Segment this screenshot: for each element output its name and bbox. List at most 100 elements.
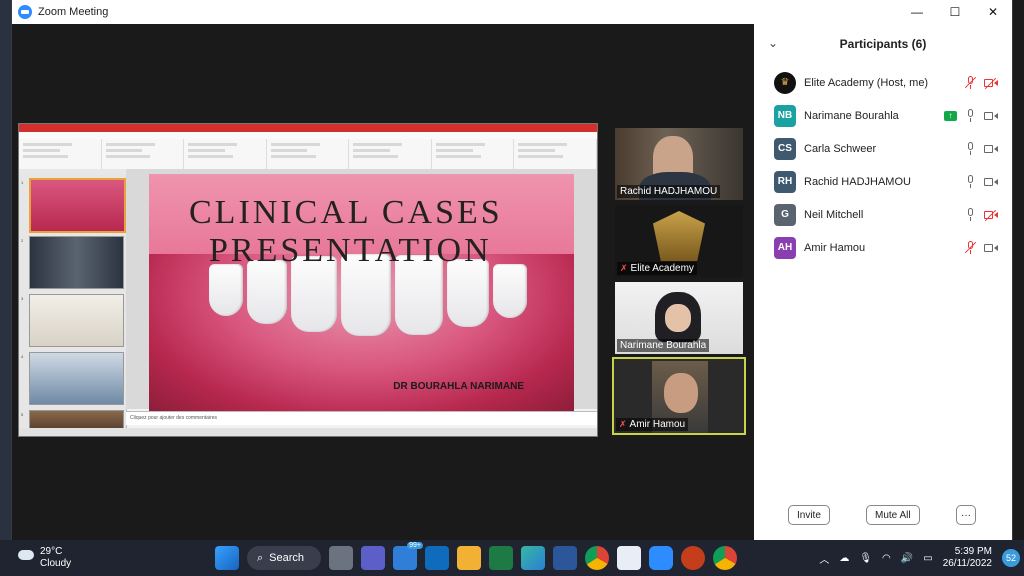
zoom-window: Zoom Meeting — ☐ ✕ 1 2 3 4 5 CLINICAL CA…	[12, 0, 1012, 540]
participants-footer: Invite Mute All ···	[754, 502, 1012, 526]
video-icon[interactable]	[984, 144, 998, 154]
search-box[interactable]: ⌕ Search	[247, 546, 321, 570]
video-tile-active-speaker[interactable]: ✗ Amir Hamou	[612, 357, 746, 435]
battery-icon[interactable]: ▭	[923, 553, 932, 564]
slide-title-line2: PRESENTATION	[209, 232, 492, 269]
mail-badge: 99+	[407, 542, 423, 549]
video-tile-name: Rachid HADJHAMOU	[617, 185, 721, 198]
chrome-icon[interactable]	[585, 546, 609, 570]
video-off-icon[interactable]	[984, 209, 998, 221]
close-button[interactable]: ✕	[974, 0, 1012, 24]
slide-number: 4	[21, 354, 24, 359]
participants-list: ♛ Elite Academy (Host, me) NB Narimane B…	[754, 66, 1012, 264]
participant-row[interactable]: CS Carla Schweer	[754, 132, 1012, 165]
participant-name: Narimane Bourahla	[804, 109, 899, 122]
current-slide: CLINICAL CASES PRESENTATION DR BOURAHLA …	[149, 174, 574, 412]
chrome-profile-icon[interactable]	[713, 546, 737, 570]
video-tile[interactable]: ✗ Elite Academy	[615, 205, 743, 277]
mic-icon[interactable]	[965, 142, 976, 155]
video-tile[interactable]: Rachid HADJHAMOU	[615, 128, 743, 200]
slide-thumbnail[interactable]	[29, 236, 124, 289]
video-icon[interactable]	[984, 243, 998, 253]
participant-row[interactable]: RH Rachid HADJHAMOU	[754, 165, 1012, 198]
title-bar: Zoom Meeting — ☐ ✕	[12, 0, 1012, 24]
slide-thumbnails-pane[interactable]: 1 2 3 4 5	[19, 174, 127, 431]
search-icon: ⌕	[257, 551, 264, 564]
minimize-button[interactable]: —	[898, 0, 936, 24]
snipping-tool-icon[interactable]	[617, 546, 641, 570]
video-icon[interactable]	[984, 177, 998, 187]
participant-name: Carla Schweer	[804, 142, 877, 155]
video-icon[interactable]	[984, 111, 998, 121]
maximize-button[interactable]: ☐	[936, 0, 974, 24]
participant-video	[665, 304, 691, 332]
notification-badge[interactable]: 52	[1002, 549, 1020, 567]
mail-icon[interactable]: 99+	[393, 542, 423, 570]
zoom-logo-icon	[18, 5, 32, 19]
weather-desc: Cloudy	[40, 558, 72, 569]
slide-number: 2	[21, 238, 24, 243]
video-off-icon[interactable]	[984, 77, 998, 89]
avatar: CS	[774, 137, 796, 160]
more-options-button[interactable]: ···	[956, 505, 976, 525]
volume-icon[interactable]: 🔊	[901, 553, 913, 564]
slide-thumbnail[interactable]	[29, 178, 126, 233]
zoom-icon[interactable]	[649, 546, 673, 570]
mic-muted-icon: ✗	[620, 263, 628, 273]
cloud-icon	[18, 550, 34, 560]
mic-icon[interactable]	[965, 109, 976, 122]
ppt-title-bar	[19, 124, 597, 132]
video-tile-name: ✗ Amir Hamou	[616, 418, 689, 431]
powerpoint-icon[interactable]	[681, 546, 705, 570]
participant-name: Amir Hamou	[804, 241, 866, 254]
mic-icon[interactable]	[965, 175, 976, 188]
system-tray: ︿ ☁ 🎙 ◠ 🔊 ▭ 5:39 PM 26/11/2022 52	[819, 540, 1024, 576]
screen-share-icon: ↑	[944, 110, 957, 121]
word-icon[interactable]	[553, 546, 577, 570]
edge-icon[interactable]	[521, 546, 545, 570]
mic-icon[interactable]	[965, 208, 976, 221]
elite-academy-logo-icon	[653, 211, 705, 261]
participant-row[interactable]: ♛ Elite Academy (Host, me)	[754, 66, 1012, 99]
slide-author: DR BOURAHLA NARIMANE	[393, 381, 524, 392]
onedrive-icon[interactable]: ☁	[839, 553, 849, 564]
slide-editor[interactable]: CLINICAL CASES PRESENTATION DR BOURAHLA …	[126, 169, 597, 412]
slide-number: 5	[21, 412, 24, 417]
shared-screen-powerpoint[interactable]: 1 2 3 4 5 CLINICAL CASES PRESENTATION DR…	[18, 123, 598, 437]
participant-row[interactable]: AH Amir Hamou	[754, 231, 1012, 264]
invite-button[interactable]: Invite	[788, 505, 830, 525]
ppt-ribbon	[19, 139, 597, 170]
participant-name: Elite Academy (Host, me)	[804, 76, 929, 89]
avatar: G	[774, 203, 796, 226]
slide-thumbnail[interactable]	[29, 294, 124, 347]
wifi-icon[interactable]: ◠	[882, 553, 891, 564]
excel-icon[interactable]	[489, 546, 513, 570]
video-tile-name: Narimane Bourahla	[617, 339, 710, 352]
mute-all-button[interactable]: Mute All	[866, 505, 920, 525]
outlook-icon[interactable]	[425, 546, 449, 570]
taskbar-apps: ⌕ Search 99+	[215, 542, 737, 572]
start-button[interactable]	[215, 546, 239, 570]
mic-muted-icon[interactable]	[964, 76, 977, 89]
notes-pane[interactable]: Cliquez pour ajouter des commentaires	[126, 411, 597, 425]
chat-icon[interactable]	[361, 546, 385, 570]
chevron-up-icon[interactable]: ︿	[819, 551, 829, 566]
slide-thumbnail[interactable]	[29, 352, 124, 405]
clock-date: 26/11/2022	[942, 558, 992, 569]
microphone-icon[interactable]: 🎙	[859, 553, 872, 564]
participant-name: Rachid HADJHAMOU	[804, 175, 911, 188]
slide-number: 3	[21, 296, 24, 301]
participant-row[interactable]: NB Narimane Bourahla ↑	[754, 99, 1012, 132]
mic-muted-icon[interactable]	[964, 241, 977, 254]
participant-row[interactable]: G Neil Mitchell	[754, 198, 1012, 231]
file-explorer-icon[interactable]	[457, 546, 481, 570]
mic-muted-icon: ✗	[619, 419, 627, 429]
window-title: Zoom Meeting	[38, 6, 109, 18]
meeting-stage: 1 2 3 4 5 CLINICAL CASES PRESENTATION DR…	[12, 24, 754, 540]
participants-title: Participants (6)	[839, 37, 927, 51]
video-tile[interactable]: Narimane Bourahla	[615, 282, 743, 354]
slide-thumbnail[interactable]	[29, 410, 124, 430]
task-view-icon[interactable]	[329, 546, 353, 570]
clock[interactable]: 5:39 PM 26/11/2022	[943, 546, 992, 570]
avatar: RH	[774, 170, 796, 193]
